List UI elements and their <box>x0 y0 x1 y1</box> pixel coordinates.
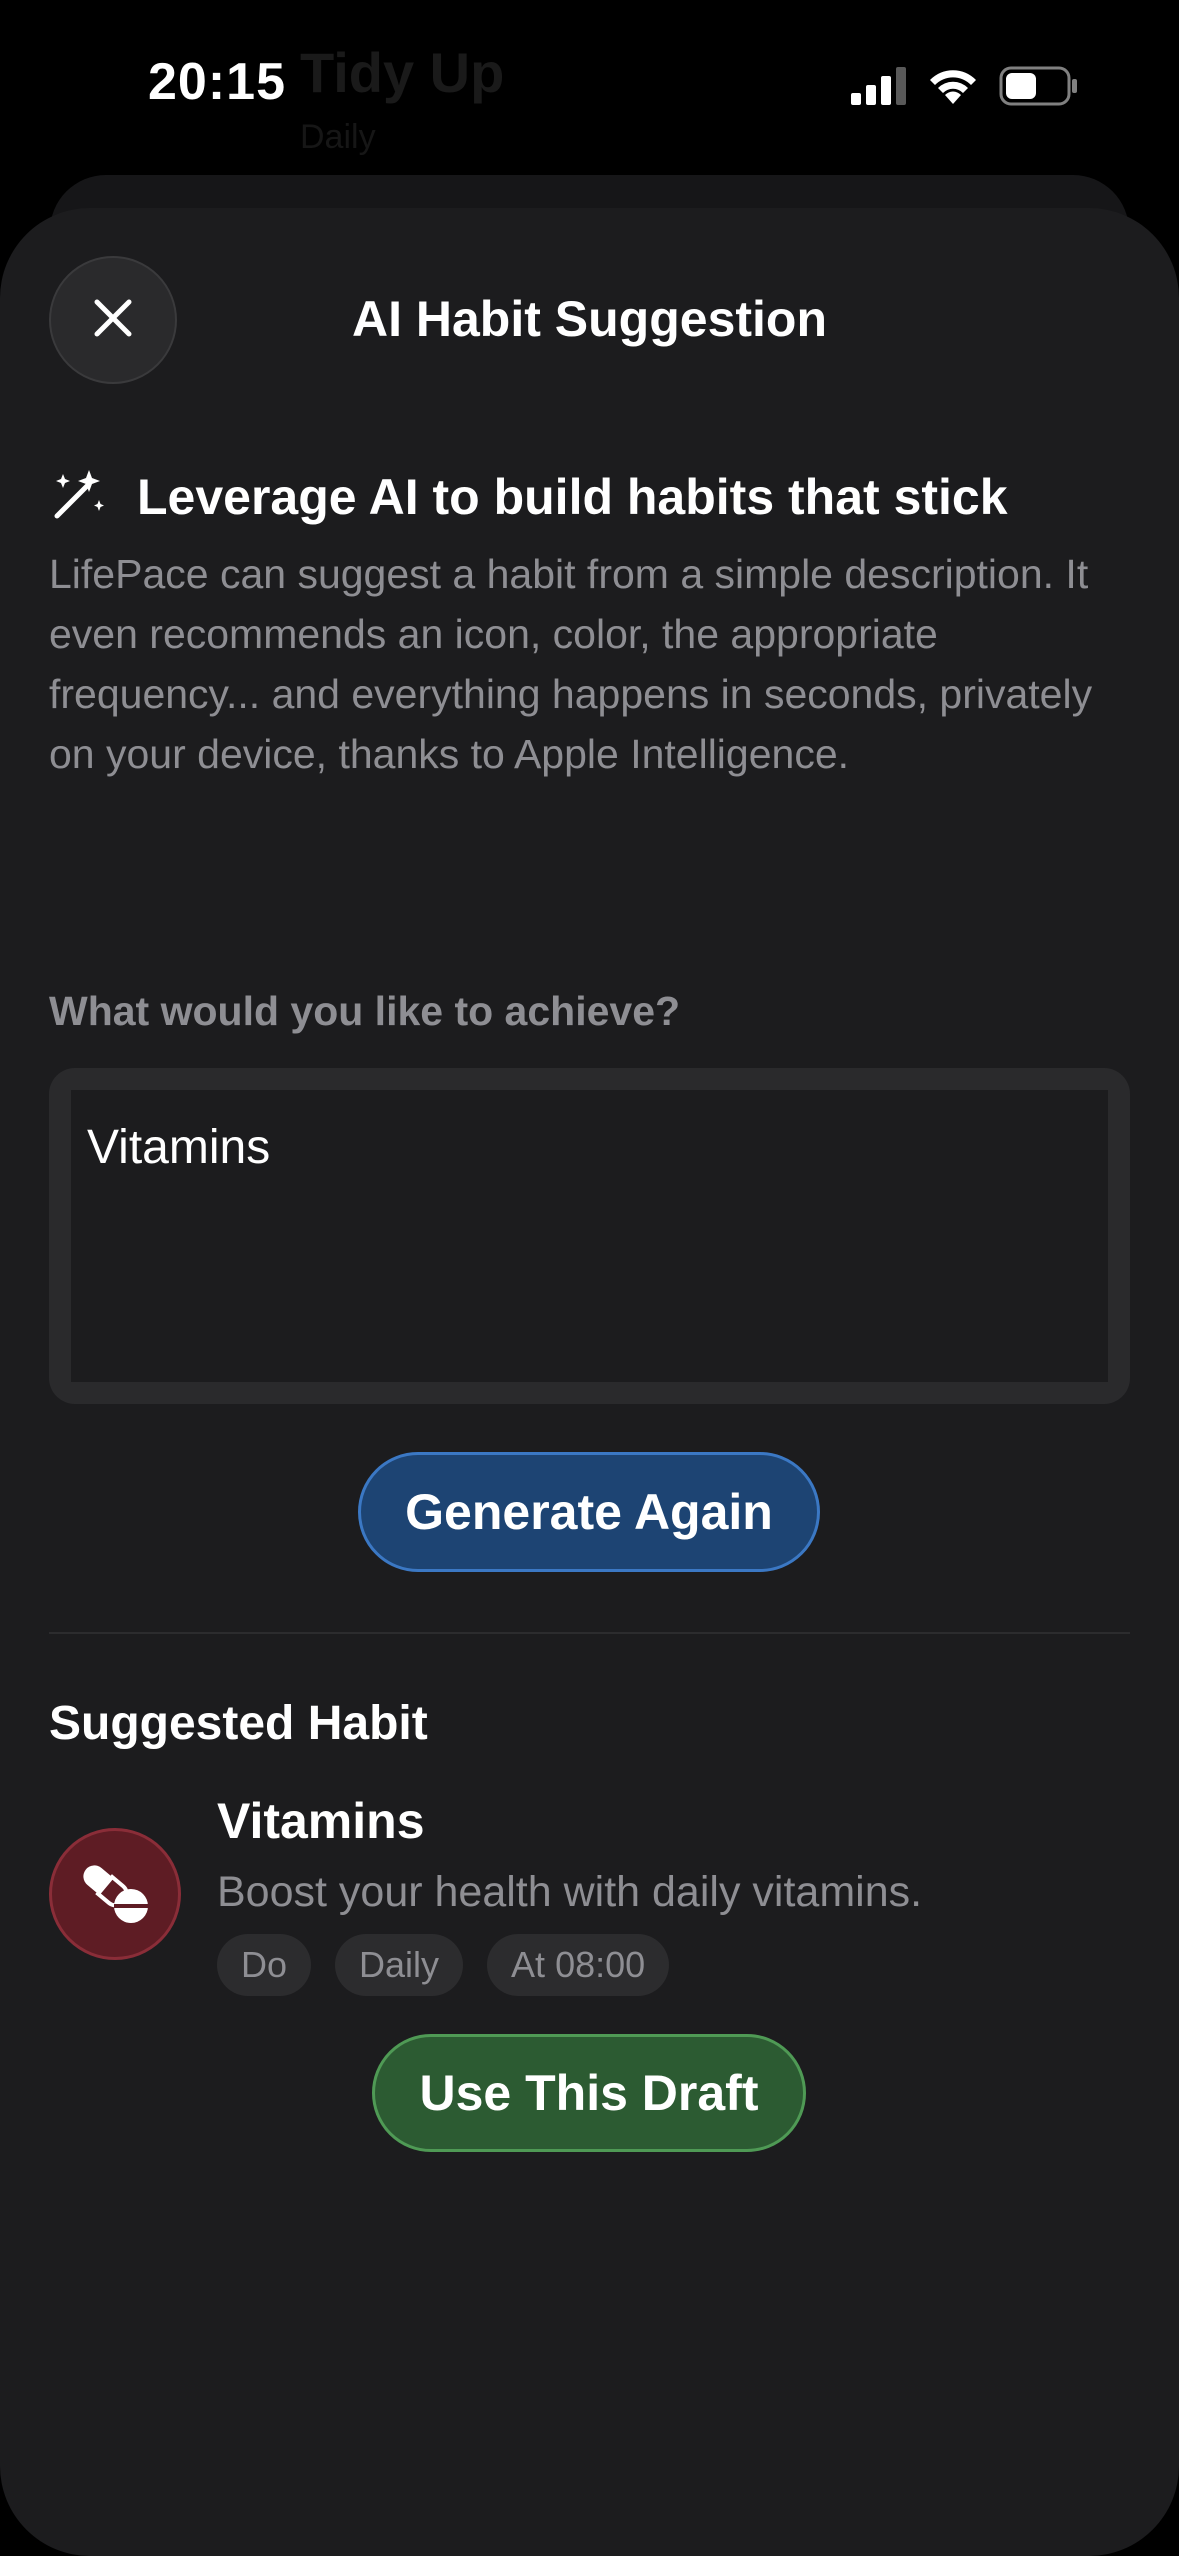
habit-description: Boost your health with daily vitamins. <box>217 1868 923 1916</box>
ai-suggestion-sheet: AI Habit Suggestion Leverage AI to build… <box>0 208 1179 2556</box>
section-divider <box>49 1632 1130 1634</box>
habit-name: Vitamins <box>217 1793 425 1849</box>
battery-icon <box>999 66 1079 111</box>
prompt-field-container: Vitamins <box>49 1068 1130 1404</box>
generate-again-button[interactable]: Generate Again <box>358 1452 820 1572</box>
magic-wand-icon <box>49 466 105 527</box>
tag-type: Do <box>217 1934 312 1996</box>
intro-heading-row: Leverage AI to build habits that stick <box>49 466 1129 527</box>
tag-time: At 08:00 <box>487 1934 670 1996</box>
status-time: 20:15 <box>148 53 286 111</box>
sheet-title: AI Habit Suggestion <box>352 291 827 347</box>
intro-body: LifePace can suggest a habit from a simp… <box>49 551 1093 777</box>
wifi-icon <box>927 66 979 111</box>
status-icons <box>851 66 1079 111</box>
habit-tags: Do Daily At 08:00 <box>217 1934 670 1996</box>
suggested-habit-heading: Suggested Habit <box>49 1697 428 1750</box>
cellular-signal-icon <box>851 67 907 110</box>
habit-icon-badge <box>49 1828 181 1960</box>
intro-heading: Leverage AI to build habits that stick <box>137 468 1008 525</box>
tag-frequency: Daily <box>335 1934 464 1996</box>
prompt-input[interactable]: Vitamins <box>71 1090 1108 1382</box>
use-this-draft-button[interactable]: Use This Draft <box>372 2034 806 2152</box>
status-bar: 20:15 <box>0 0 1179 170</box>
pills-icon <box>75 1852 155 1937</box>
prompt-label: What would you like to achieve? <box>49 988 681 1034</box>
